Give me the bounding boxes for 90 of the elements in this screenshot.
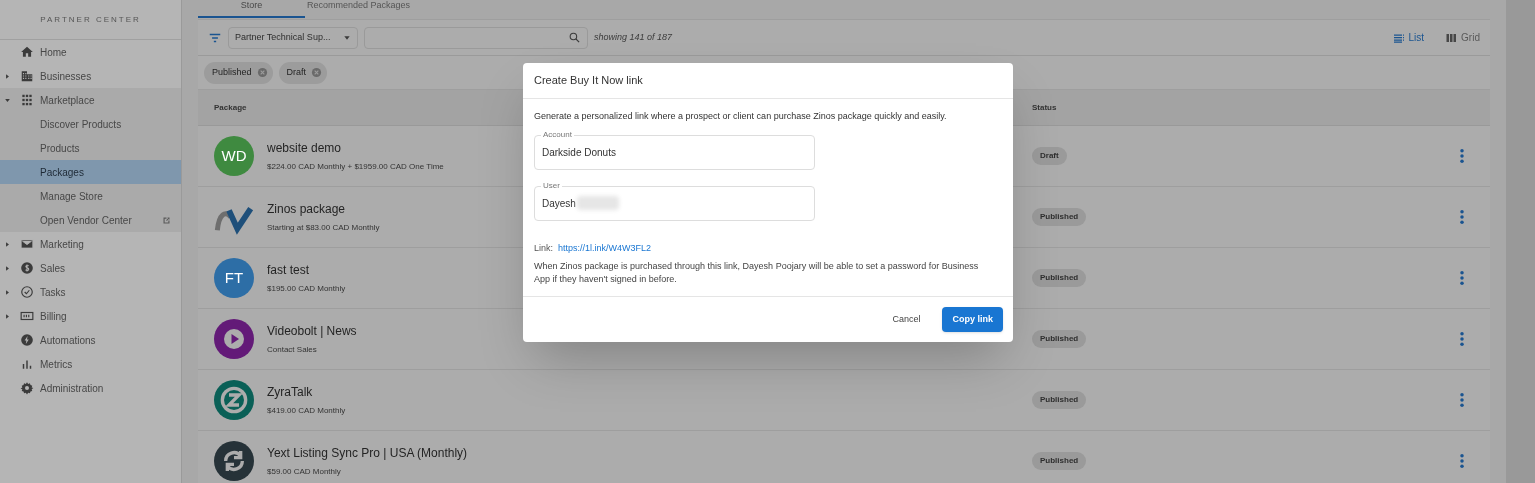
link-label: Link:: [534, 241, 553, 255]
close-icon: [256, 67, 268, 78]
dialog-title: Create Buy It Now link: [523, 63, 1013, 99]
more-options-icon[interactable]: [1460, 210, 1464, 224]
nav-subitem[interactable]: Packages: [0, 160, 181, 184]
view-toggle[interactable]: Grid: [1444, 30, 1480, 45]
nav-item[interactable]: Businesses: [0, 64, 181, 88]
close-icon: [311, 67, 323, 78]
grid-icon: [1444, 31, 1459, 44]
nav-label: Administration: [40, 381, 104, 396]
field-label: Account: [541, 129, 574, 140]
nav-label: Home: [40, 45, 67, 60]
package-price: $419.00 CAD Monthly: [267, 405, 346, 417]
buy-link[interactable]: https://1l.ink/W4W3FL2: [558, 241, 652, 255]
package-name[interactable]: website demo: [267, 139, 444, 157]
nav-item[interactable]: Metrics: [0, 352, 181, 376]
filter-chip[interactable]: Draft: [278, 61, 328, 84]
dollar-icon: [20, 261, 34, 275]
status-badge: Published: [1032, 269, 1087, 287]
package-price: $195.00 CAD Monthly: [267, 283, 346, 295]
nav-item[interactable]: Tasks: [0, 280, 181, 304]
package-price: $59.00 CAD Monthly: [267, 466, 342, 478]
package-name[interactable]: Videobolt | News: [267, 322, 357, 340]
sidebar-title: PARTNER CENTER: [0, 0, 181, 40]
nav-label: Marketing: [40, 237, 84, 252]
filter-dropdown[interactable]: Partner Technical Sup...: [228, 26, 358, 49]
grid-icon: [20, 93, 34, 107]
package-name[interactable]: Yext Listing Sync Pro | USA (Monthly): [267, 444, 468, 462]
package-name[interactable]: ZyraTalk: [267, 383, 346, 401]
buildings-icon: [20, 69, 34, 83]
search-icon: [568, 31, 581, 44]
gear-icon: [20, 381, 34, 395]
nav-item[interactable]: Marketplace: [0, 88, 181, 112]
list-icon: [1391, 31, 1406, 44]
chat-logo-icon: [214, 380, 254, 420]
bolt-icon: [20, 333, 34, 347]
check-circle-icon: [20, 285, 34, 299]
nav-item[interactable]: Sales: [0, 256, 181, 280]
nav-item[interactable]: Automations: [0, 328, 181, 352]
nav-item[interactable]: Administration: [0, 376, 181, 400]
nav-label: Marketplace: [40, 93, 95, 108]
nav-subitem[interactable]: Manage Store: [0, 184, 181, 208]
result-count: showing 141 of 187: [594, 30, 673, 44]
package-name[interactable]: fast test: [267, 261, 346, 279]
nav-label: Tasks: [40, 285, 66, 300]
status-badge: Published: [1032, 208, 1087, 226]
billing-icon: [20, 309, 34, 323]
search-field[interactable]: [364, 26, 588, 49]
field-value: Darkside Donuts: [542, 145, 616, 160]
package-price: Contact Sales: [267, 344, 318, 356]
more-options-icon[interactable]: [1460, 454, 1464, 468]
nav-item[interactable]: Billing: [0, 304, 181, 328]
column-header: Package: [213, 101, 248, 114]
caret-icon: [343, 33, 351, 42]
avatar: FT: [214, 258, 254, 298]
package-price: Starting at $83.00 CAD Monthly: [267, 222, 380, 234]
play-logo-icon: [214, 319, 254, 359]
home-icon: [20, 45, 34, 59]
nav-label: Sales: [40, 261, 65, 276]
status-badge: Published: [1032, 391, 1087, 409]
column-header: Status: [1032, 101, 1057, 114]
more-options-icon[interactable]: [1460, 332, 1464, 346]
field-label: User: [541, 180, 562, 191]
status-badge: Published: [1032, 330, 1087, 348]
nav-label: Businesses: [40, 69, 92, 84]
package-price: $224.00 CAD Monthly + $1959.00 CAD One Time: [267, 161, 444, 173]
avatar: WD: [214, 136, 254, 176]
field-value: Dayesh: [542, 196, 576, 211]
nav-item[interactable]: Home: [0, 40, 181, 64]
more-options-icon[interactable]: [1460, 393, 1464, 407]
nav-subitem[interactable]: Open Vendor Center: [0, 208, 181, 232]
copy-link-button[interactable]: Copy link: [942, 307, 1003, 332]
envelope-icon: [20, 237, 34, 251]
status-badge: Published: [1032, 452, 1087, 470]
nav-subitem[interactable]: Products: [0, 136, 181, 160]
nav-label: Metrics: [40, 357, 73, 372]
tab[interactable]: Recommended Packages: [305, 0, 412, 18]
nav-item[interactable]: Marketing: [0, 232, 181, 256]
dialog-description: Generate a personalized link where a prospect or client can purchase Zinos package quickly and easily.: [534, 110, 948, 123]
filter-chip[interactable]: Published: [204, 61, 273, 84]
status-badge: Draft: [1032, 147, 1067, 165]
nav-label: Billing: [40, 309, 67, 324]
nav-subitem[interactable]: Discover Products: [0, 112, 181, 136]
more-options-icon[interactable]: [1460, 271, 1464, 285]
nav-label: Automations: [40, 333, 96, 348]
more-options-icon[interactable]: [1460, 149, 1464, 163]
dialog-note: When Zinos package is purchased through this link, Dayesh Poojary will be able to set a password for Business App if they haven't signed in before.: [534, 260, 980, 286]
cancel-button[interactable]: Cancel: [886, 307, 927, 332]
package-name[interactable]: Zinos package: [267, 200, 380, 218]
view-toggle[interactable]: List: [1391, 30, 1425, 45]
